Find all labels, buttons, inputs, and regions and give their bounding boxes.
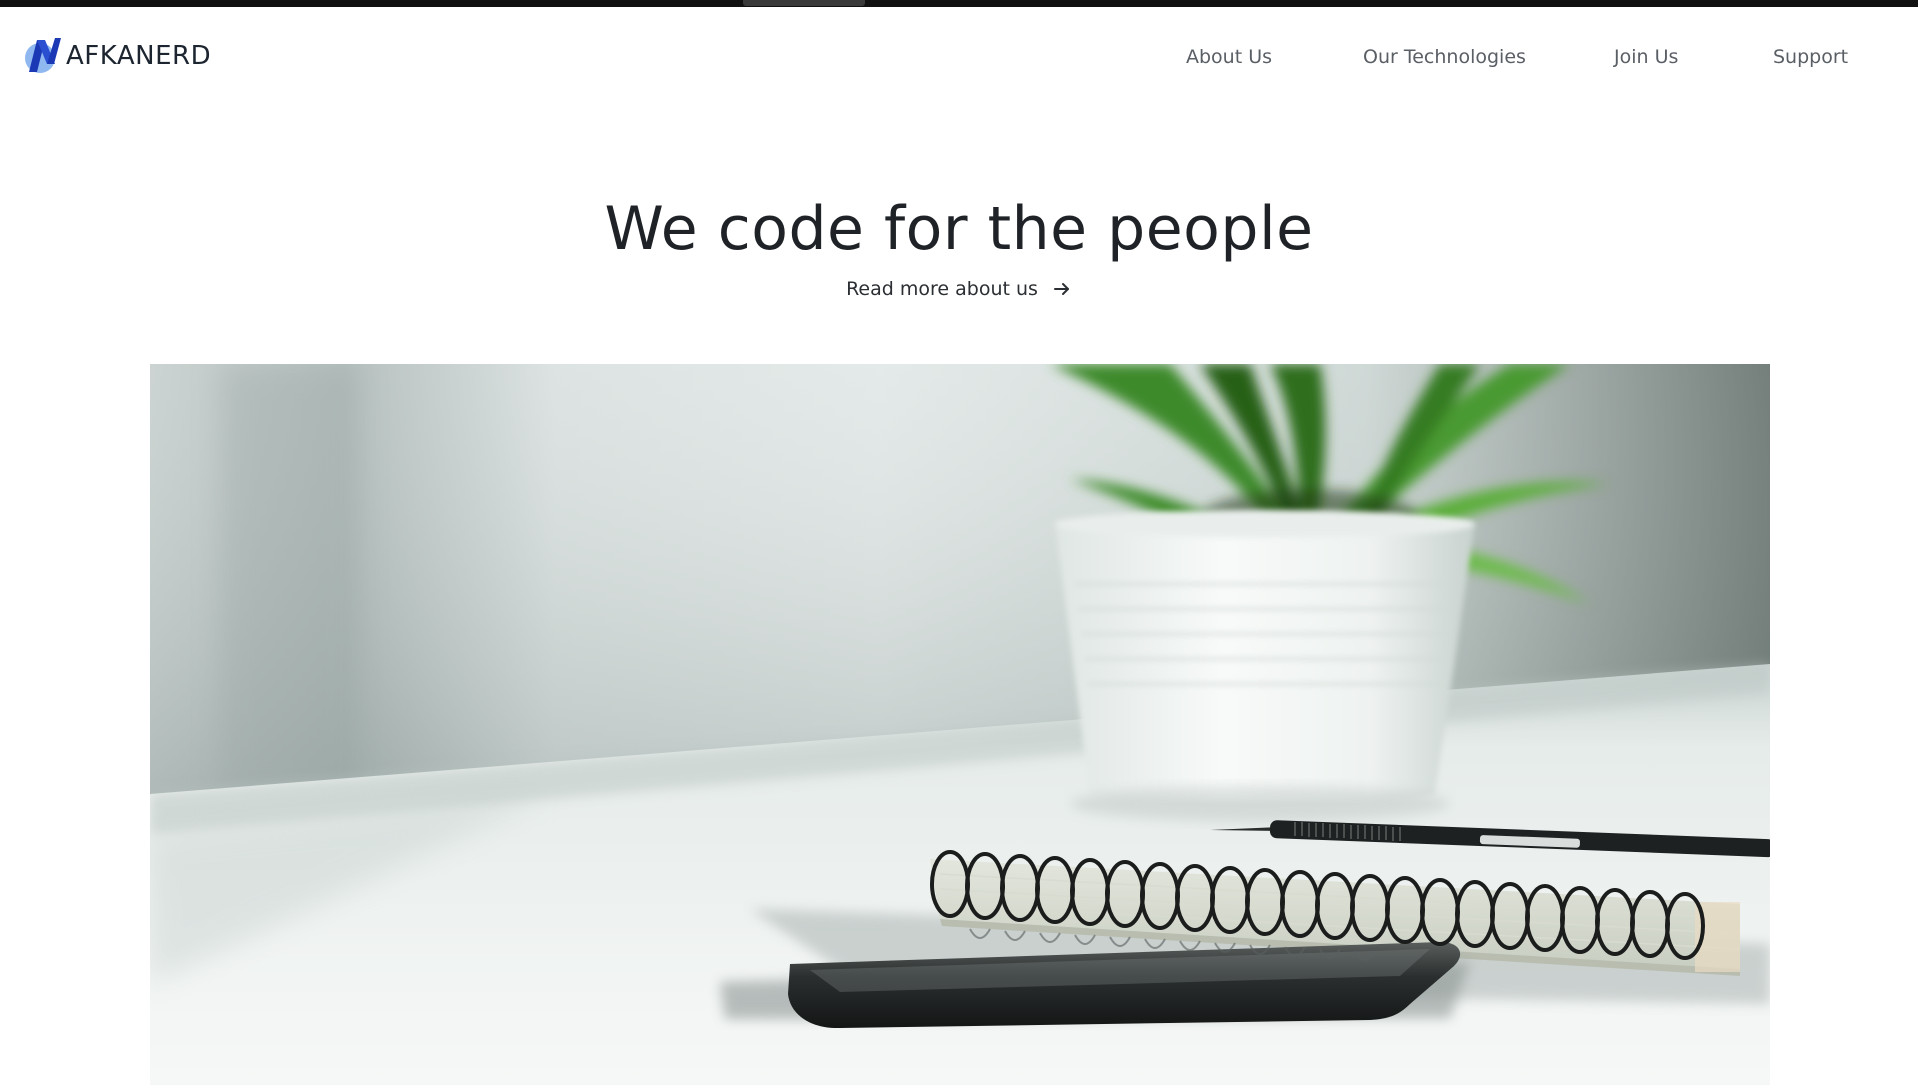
read-more-link[interactable]: Read more about us	[0, 276, 1918, 302]
read-more-label: Read more about us	[846, 278, 1038, 300]
brand-home-link[interactable]: AFKANERD	[23, 36, 211, 76]
nav-support[interactable]: Support	[1773, 45, 1848, 69]
nav-our-technologies[interactable]: Our Technologies	[1363, 45, 1526, 69]
hero-photo	[150, 364, 1770, 1085]
nav-about-us[interactable]: About Us	[1186, 45, 1272, 69]
nav-join-us[interactable]: Join Us	[1614, 45, 1678, 69]
site-header: AFKANERD About Us Our Technologies Join …	[0, 7, 1918, 102]
afkanerd-logo-icon	[23, 34, 63, 78]
arrow-right-icon	[1052, 279, 1072, 299]
browser-top-bar	[0, 0, 1918, 7]
hero-title: We code for the people	[604, 194, 1314, 264]
brand-name: AFKANERD	[66, 41, 212, 71]
tab-indicator	[743, 0, 865, 6]
